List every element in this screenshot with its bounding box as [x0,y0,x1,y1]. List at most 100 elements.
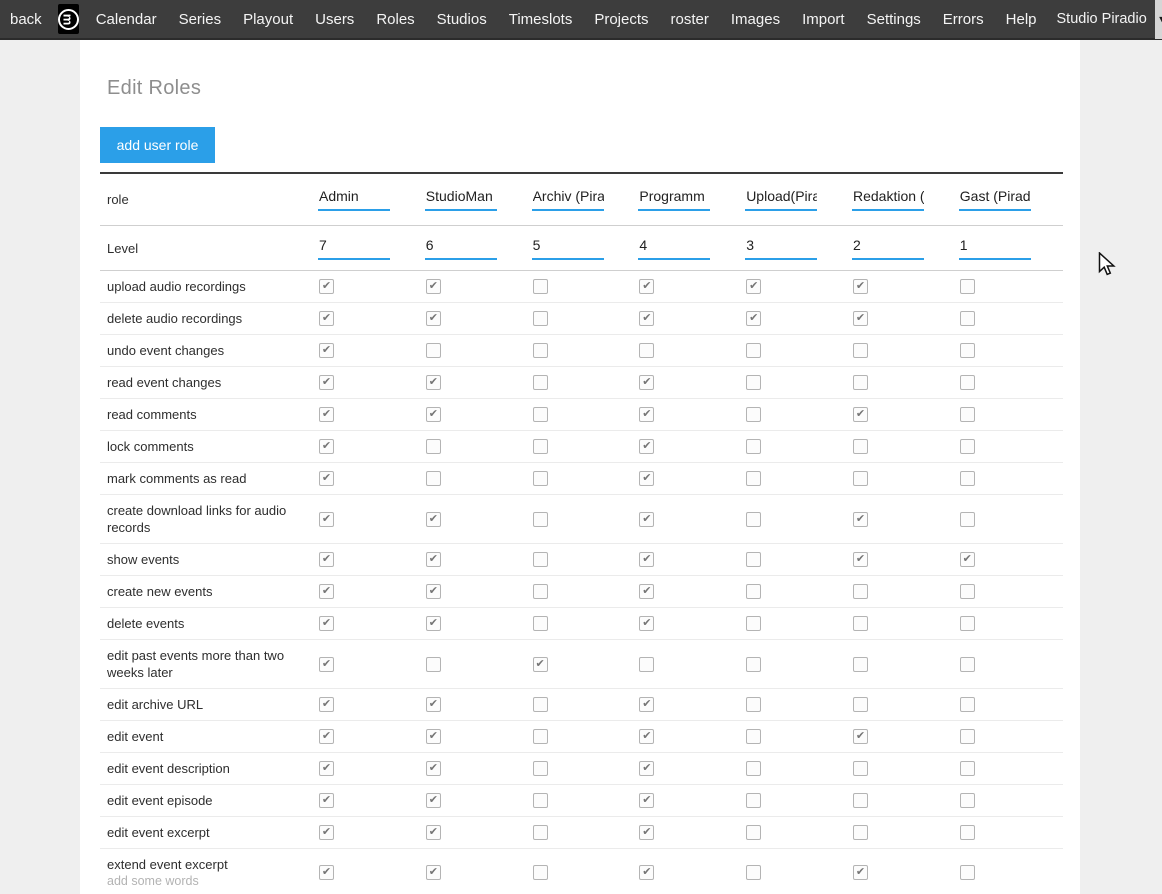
permission-checkbox[interactable] [639,343,654,358]
permission-checkbox[interactable] [533,311,548,326]
permission-checkbox[interactable] [426,729,441,744]
permission-checkbox[interactable] [426,761,441,776]
permission-checkbox[interactable] [746,657,761,672]
permission-checkbox[interactable] [853,761,868,776]
permission-checkbox[interactable] [853,584,868,599]
level-input-7[interactable] [959,237,1031,260]
permission-checkbox[interactable] [746,552,761,567]
permission-checkbox[interactable] [960,584,975,599]
permission-checkbox[interactable] [746,729,761,744]
permission-checkbox[interactable] [639,471,654,486]
permission-checkbox[interactable] [319,761,334,776]
nav-item-back[interactable]: back [0,11,52,28]
permission-checkbox[interactable] [426,616,441,631]
permission-checkbox[interactable] [533,729,548,744]
permission-checkbox[interactable] [853,552,868,567]
permission-checkbox[interactable] [426,471,441,486]
permission-checkbox[interactable] [533,825,548,840]
permission-checkbox[interactable] [533,865,548,880]
nav-item-help[interactable]: Help [995,11,1048,28]
studio-select-arrow[interactable]: ▼ [1155,0,1162,39]
nav-item-roles[interactable]: Roles [365,11,425,28]
permission-checkbox[interactable] [853,279,868,294]
permission-checkbox[interactable] [426,552,441,567]
permission-checkbox[interactable] [853,825,868,840]
permission-checkbox[interactable] [853,311,868,326]
level-input-3[interactable] [532,237,604,260]
role-name-input-1[interactable] [318,188,390,211]
permission-checkbox[interactable] [746,584,761,599]
permission-checkbox[interactable] [960,729,975,744]
permission-checkbox[interactable] [319,793,334,808]
role-name-input-4[interactable] [638,188,710,211]
role-name-input-2[interactable] [425,188,497,211]
permission-checkbox[interactable] [533,793,548,808]
nav-item-calendar[interactable]: Calendar [85,11,168,28]
permission-checkbox[interactable] [319,865,334,880]
permission-checkbox[interactable] [639,761,654,776]
role-name-input-7[interactable] [959,188,1031,211]
permission-checkbox[interactable] [639,512,654,527]
permission-checkbox[interactable] [533,657,548,672]
permission-checkbox[interactable] [319,311,334,326]
permission-checkbox[interactable] [960,439,975,454]
add-user-role-button[interactable]: add user role [100,127,215,163]
permission-checkbox[interactable] [533,512,548,527]
permission-checkbox[interactable] [853,793,868,808]
permission-checkbox[interactable] [426,375,441,390]
permission-checkbox[interactable] [960,552,975,567]
permission-checkbox[interactable] [853,657,868,672]
permission-checkbox[interactable] [853,512,868,527]
nav-item-users[interactable]: Users [304,11,365,28]
level-input-4[interactable] [638,237,710,260]
permission-checkbox[interactable] [319,584,334,599]
permission-checkbox[interactable] [853,439,868,454]
permission-checkbox[interactable] [319,697,334,712]
permission-checkbox[interactable] [853,343,868,358]
permission-checkbox[interactable] [746,512,761,527]
permission-checkbox[interactable] [533,407,548,422]
permission-checkbox[interactable] [533,343,548,358]
permission-checkbox[interactable] [639,439,654,454]
permission-checkbox[interactable] [853,471,868,486]
permission-checkbox[interactable] [639,825,654,840]
permission-checkbox[interactable] [960,657,975,672]
permission-checkbox[interactable] [426,279,441,294]
nav-item-images[interactable]: Images [720,11,791,28]
permission-checkbox[interactable] [960,825,975,840]
permission-checkbox[interactable] [639,279,654,294]
permission-checkbox[interactable] [639,657,654,672]
permission-checkbox[interactable] [746,825,761,840]
permission-checkbox[interactable] [960,471,975,486]
permission-checkbox[interactable] [319,279,334,294]
permission-checkbox[interactable] [533,279,548,294]
permission-checkbox[interactable] [426,343,441,358]
permission-checkbox[interactable] [960,375,975,390]
permission-checkbox[interactable] [746,375,761,390]
permission-checkbox[interactable] [319,471,334,486]
permission-checkbox[interactable] [533,761,548,776]
permission-checkbox[interactable] [426,793,441,808]
level-input-5[interactable] [745,237,817,260]
permission-checkbox[interactable] [639,729,654,744]
permission-checkbox[interactable] [426,865,441,880]
permission-checkbox[interactable] [639,584,654,599]
nav-item-projects[interactable]: Projects [583,11,659,28]
permission-checkbox[interactable] [960,865,975,880]
permission-checkbox[interactable] [426,407,441,422]
permission-checkbox[interactable] [639,616,654,631]
permission-checkbox[interactable] [533,584,548,599]
permission-checkbox[interactable] [746,471,761,486]
nav-item-timeslots[interactable]: Timeslots [498,11,584,28]
permission-checkbox[interactable] [746,439,761,454]
permission-checkbox[interactable] [853,616,868,631]
permission-checkbox[interactable] [639,311,654,326]
permission-checkbox[interactable] [319,512,334,527]
permission-checkbox[interactable] [639,552,654,567]
permission-checkbox[interactable] [746,865,761,880]
permission-checkbox[interactable] [426,825,441,840]
permission-checkbox[interactable] [319,729,334,744]
permission-checkbox[interactable] [960,793,975,808]
permission-checkbox[interactable] [746,616,761,631]
permission-checkbox[interactable] [533,697,548,712]
